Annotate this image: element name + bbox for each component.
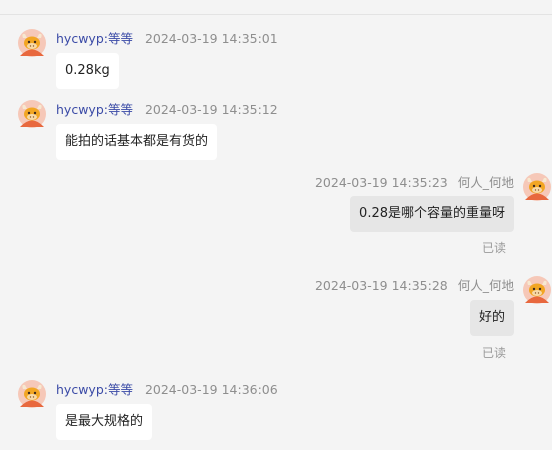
read-status: 已读 [481, 346, 506, 360]
message-bubble[interactable]: 能拍的话基本都是有货的 [56, 124, 218, 160]
message-meta: 2024-03-19 14:35:28 何人_何地 [315, 275, 514, 294]
sender-name: 何人_何地 [457, 175, 514, 190]
message-timestamp: 2024-03-19 14:35:28 [314, 278, 448, 293]
cow-mascot-avatar-icon[interactable] [523, 276, 551, 304]
message-timestamp: 2024-03-19 14:35:23 [314, 175, 448, 190]
message-meta: hycwyp:等等 2024-03-19 14:35:12 [56, 99, 278, 118]
message-bubble[interactable]: 0.28kg [56, 53, 119, 89]
cow-mascot-avatar-icon[interactable] [18, 29, 46, 57]
message-bubble[interactable]: 好的 [469, 300, 514, 336]
sender-name: 何人_何地 [457, 278, 514, 293]
cow-mascot-avatar-icon[interactable] [18, 100, 46, 128]
cow-mascot-avatar-icon[interactable] [18, 380, 46, 408]
message-meta: 2024-03-19 14:35:23 何人_何地 [315, 172, 514, 191]
message-timestamp: 2024-03-19 14:35:12 [144, 102, 278, 117]
sender-name[interactable]: hycwyp:等等 [56, 102, 133, 117]
message-meta: hycwyp:等等 2024-03-19 14:36:06 [56, 379, 278, 398]
message-bubble[interactable]: 是最大规格的 [56, 404, 153, 440]
sender-name[interactable]: hycwyp:等等 [56, 382, 133, 397]
sender-name[interactable]: hycwyp:等等 [56, 31, 133, 46]
message-meta: hycwyp:等等 2024-03-19 14:35:01 [56, 28, 278, 47]
window-top-edge [0, 0, 552, 15]
message-timestamp: 2024-03-19 14:35:01 [144, 31, 278, 46]
message-bubble[interactable]: 0.28是哪个容量的重量呀 [350, 196, 514, 232]
cow-mascot-avatar-icon[interactable] [523, 173, 551, 201]
read-status: 已读 [481, 241, 506, 255]
message-timestamp: 2024-03-19 14:36:06 [144, 382, 278, 397]
